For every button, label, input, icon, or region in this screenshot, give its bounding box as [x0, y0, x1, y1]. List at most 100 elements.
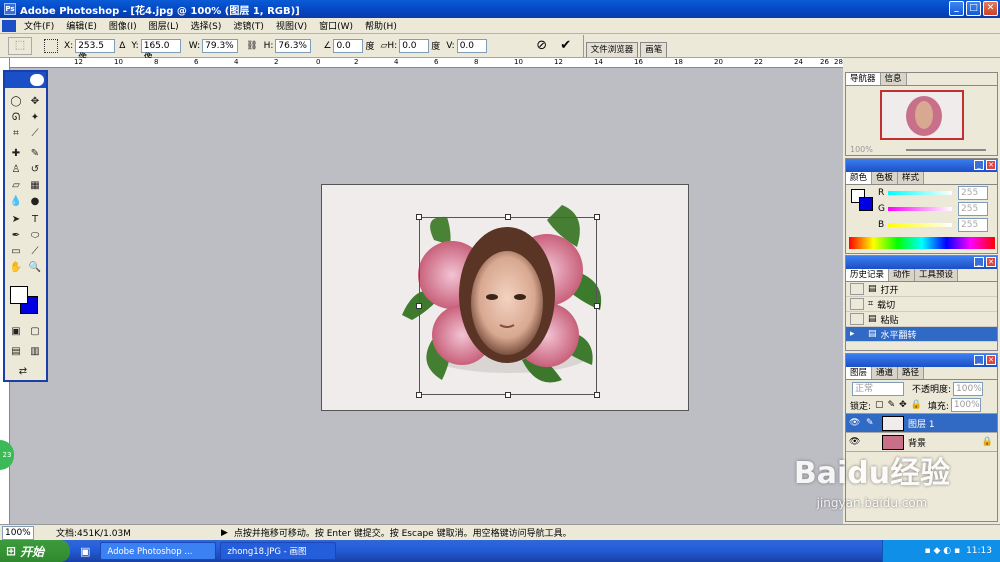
- tab-swatches[interactable]: 色板: [872, 172, 899, 184]
- pen-tool-icon[interactable]: ✒: [8, 228, 24, 243]
- menu-layer[interactable]: 图层(L): [143, 19, 185, 32]
- color-bg-swatch[interactable]: [859, 197, 873, 211]
- tab-file-browser[interactable]: 文件浏览器: [585, 42, 639, 57]
- transform-handle-bl[interactable]: [416, 392, 422, 398]
- commit-transform-icon[interactable]: ✔: [557, 37, 575, 55]
- transform-handle-tl[interactable]: [416, 214, 422, 220]
- gradient-tool-icon[interactable]: ▦: [27, 178, 43, 193]
- fill-field[interactable]: 100%: [950, 398, 981, 412]
- dodge-tool-icon[interactable]: ●: [27, 194, 43, 209]
- eyedropper-icon[interactable]: ⟋: [27, 244, 43, 259]
- transform-handle-r[interactable]: [594, 303, 600, 309]
- channel-r-slider[interactable]: [888, 191, 952, 195]
- tab-brushes[interactable]: 画笔: [640, 42, 668, 57]
- h-field[interactable]: 76.3%: [275, 38, 312, 53]
- lock-all-icon[interactable]: 🔒: [911, 400, 922, 410]
- start-button[interactable]: ⊞ 开始: [0, 540, 70, 562]
- x-field[interactable]: 253.5 像: [75, 38, 116, 63]
- history-item-selected[interactable]: ▸ ▤ 水平翻转: [846, 327, 997, 342]
- brush-link-icon[interactable]: ✎: [866, 418, 880, 428]
- show-desktop-icon[interactable]: ▣: [80, 545, 90, 558]
- tool-preset-icon[interactable]: ⬚: [8, 36, 32, 55]
- taskbar-item-photoshop[interactable]: Adobe Photoshop ...: [100, 542, 217, 560]
- cancel-transform-icon[interactable]: ⊘: [533, 37, 551, 55]
- transform-handle-tr[interactable]: [594, 214, 600, 220]
- transform-bounding-box[interactable]: [416, 214, 600, 398]
- menu-help[interactable]: 帮助(H): [359, 19, 403, 32]
- transform-handle-br[interactable]: [594, 392, 600, 398]
- toolbox-header[interactable]: [5, 72, 46, 88]
- type-tool-icon[interactable]: T: [27, 212, 43, 227]
- menu-image[interactable]: 图像(I): [103, 19, 143, 32]
- transform-handle-b[interactable]: [505, 392, 511, 398]
- tab-tool-presets[interactable]: 工具预设: [915, 269, 959, 281]
- tab-channels[interactable]: 通道: [872, 367, 899, 379]
- close-button[interactable]: ✕: [983, 1, 998, 16]
- tab-info[interactable]: 信息: [880, 73, 907, 85]
- lock-move-icon[interactable]: ✥: [899, 400, 907, 410]
- notes-tool-icon[interactable]: ▭: [8, 244, 24, 259]
- tab-color[interactable]: 颜色: [846, 172, 873, 184]
- fullscreen-mode-icon[interactable]: ▥: [27, 344, 43, 359]
- healing-brush-icon[interactable]: ✚: [8, 146, 24, 161]
- w-field[interactable]: 79.3%: [202, 38, 239, 53]
- tab-actions[interactable]: 动作: [889, 269, 916, 281]
- lock-transparency-icon[interactable]: ▢: [875, 400, 884, 410]
- opacity-field[interactable]: 100%: [953, 381, 984, 396]
- eye-icon[interactable]: 👁: [849, 437, 863, 447]
- maximize-button[interactable]: □: [966, 1, 981, 16]
- channel-b-slider[interactable]: [888, 223, 952, 227]
- app-menu-icon[interactable]: [2, 19, 16, 32]
- minimize-button[interactable]: _: [949, 1, 964, 16]
- navigator-zoom[interactable]: 100%: [850, 145, 873, 154]
- channel-g-value[interactable]: 255: [958, 202, 988, 216]
- move-tool-icon[interactable]: ✥: [27, 94, 43, 109]
- reference-point-icon[interactable]: [44, 38, 58, 53]
- menu-select[interactable]: 选择(S): [185, 19, 228, 32]
- blend-mode-select[interactable]: 正常: [852, 381, 904, 396]
- tab-history[interactable]: 历史记录: [846, 269, 890, 281]
- channel-b-value[interactable]: 255: [958, 218, 988, 232]
- lock-paint-icon[interactable]: ✎: [888, 400, 896, 410]
- adobe-online-icon[interactable]: [30, 74, 44, 86]
- hand-tool-icon[interactable]: ✋: [8, 260, 24, 275]
- link-icon[interactable]: ⛓: [246, 41, 257, 51]
- zoom-tool-icon[interactable]: 🔍: [27, 260, 43, 275]
- menu-edit[interactable]: 编辑(E): [60, 19, 103, 32]
- brush-tool-icon[interactable]: ✎: [27, 146, 43, 161]
- marquee-tool-icon[interactable]: ◯: [8, 94, 24, 109]
- channel-r-value[interactable]: 255: [958, 186, 988, 200]
- menu-file[interactable]: 文件(F): [18, 19, 60, 32]
- menu-filter[interactable]: 滤镜(T): [227, 19, 270, 32]
- menu-window[interactable]: 窗口(W): [313, 19, 359, 32]
- tab-layers[interactable]: 图层: [846, 367, 873, 379]
- path-select-icon[interactable]: ➤: [8, 212, 24, 227]
- document-canvas[interactable]: [321, 184, 689, 411]
- angle-field[interactable]: 0.0: [333, 38, 364, 53]
- history-item[interactable]: ▤ 粘贴: [846, 312, 997, 327]
- tray-icons[interactable]: ▪ ◆ ◐ ▪: [925, 546, 961, 556]
- y-field[interactable]: 165.0 像: [140, 38, 181, 63]
- taskbar-item-paint[interactable]: zhong18.JPG - 画图: [220, 542, 337, 560]
- quick-mask-icon[interactable]: ▢: [27, 324, 43, 339]
- shape-tool-icon[interactable]: ⬭: [27, 228, 43, 243]
- history-brush-icon[interactable]: ↺: [27, 162, 43, 177]
- slice-tool-icon[interactable]: ⟋: [27, 126, 43, 141]
- crop-tool-icon[interactable]: ⌗: [8, 126, 24, 141]
- channel-g-slider[interactable]: [888, 207, 952, 211]
- tab-styles[interactable]: 样式: [898, 172, 925, 184]
- screen-mode-icon[interactable]: ▤: [8, 344, 24, 359]
- jump-to-imageready-icon[interactable]: ⇄: [15, 364, 31, 379]
- blur-tool-icon[interactable]: 💧: [8, 194, 24, 209]
- navigator-thumbnail[interactable]: [880, 90, 964, 140]
- foreground-color-swatch-top[interactable]: [10, 286, 28, 304]
- eraser-icon[interactable]: ▱: [8, 178, 24, 193]
- doc-size[interactable]: 文档:451K/1.03M: [56, 526, 131, 539]
- transform-handle-t[interactable]: [505, 214, 511, 220]
- magic-wand-icon[interactable]: ✦: [27, 110, 43, 125]
- clone-stamp-icon[interactable]: ♙: [8, 162, 24, 177]
- layer-row[interactable]: 👁 ✎ 图层 1: [846, 414, 997, 433]
- transform-handle-l[interactable]: [416, 303, 422, 309]
- navigator-zoom-slider[interactable]: [906, 149, 986, 151]
- color-spectrum-bar[interactable]: [849, 237, 995, 249]
